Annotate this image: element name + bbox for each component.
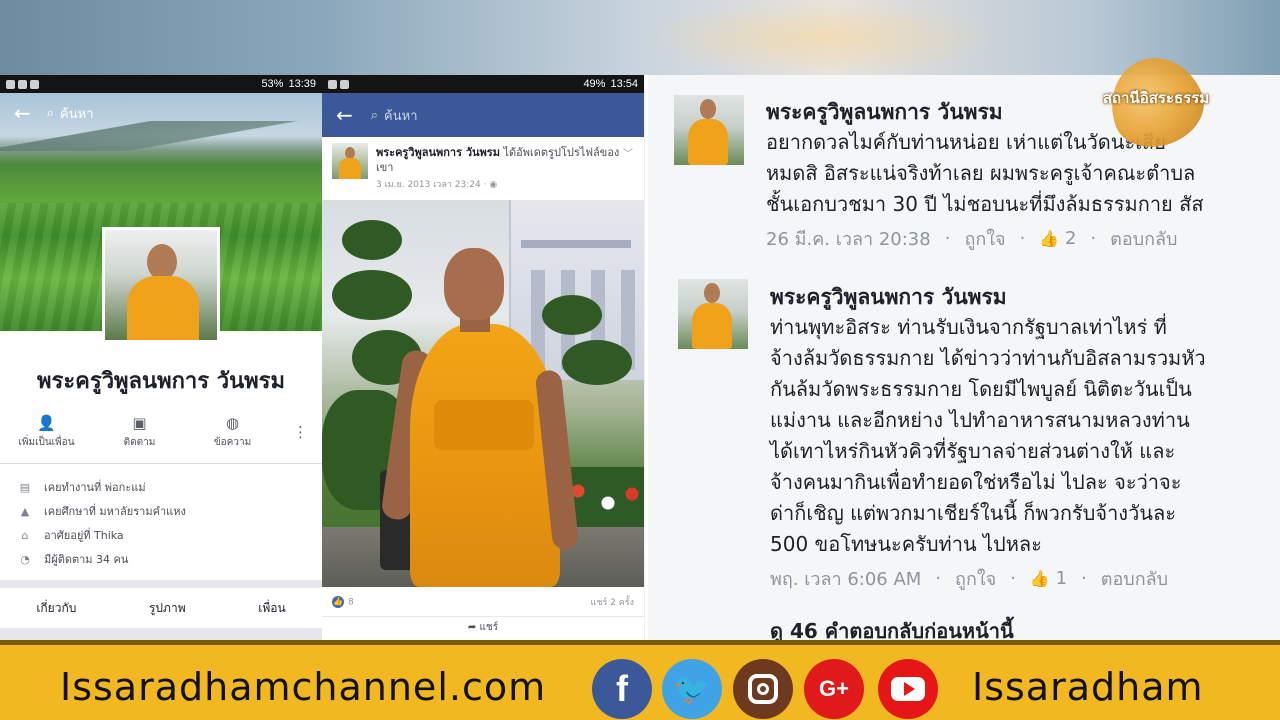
info-followers: ◔ มีผู้ติดตาม 34 คน xyxy=(18,547,308,571)
facebook-icon[interactable]: f xyxy=(592,659,652,719)
profile-actions: 👤 เพิ่มเป็นเพื่อน ▣ ติดตาม ◍ ข้อความ ⋮ xyxy=(0,407,322,457)
messenger-icon: ◍ xyxy=(225,413,240,432)
post-time-text: 3 เม.ย. 2013 เวลา 23:24 xyxy=(376,180,481,190)
follow-button[interactable]: ▣ ติดตาม xyxy=(105,415,175,450)
comment-meta: พฤ. เวลา 6:06 AM · ถูกใจ · 👍 1 · ตอบกลับ xyxy=(770,564,1275,593)
add-friend-label: เพิ่มเป็นเพื่อน xyxy=(18,436,75,448)
comments-screenshot: พระครูวิพูลนพการ วันพรม อยากดวลไมค์กับท่… xyxy=(648,75,1280,640)
tab-friends[interactable]: เพื่อน xyxy=(258,599,285,618)
post-avatar[interactable] xyxy=(332,143,368,179)
status-bar: 49% 13:54 xyxy=(322,75,644,93)
footer-bar: Issaradhamchannel.com f 🐦 G+ Issaradham xyxy=(0,640,1280,720)
post-stats: 👍 8 แชร์ 2 ครั้ง xyxy=(322,587,644,617)
add-friend-icon: 👤 xyxy=(37,413,56,432)
profile-info: ▤ เคยทำงานที่ พ่อกะแม่ ▲ เคยศึกษาที่ มหาลั… xyxy=(18,475,308,571)
search-icon: ⌕ xyxy=(370,107,379,123)
rss-icon: ◔ xyxy=(20,552,30,566)
info-followers-text: มีผู้ติดตาม 34 คน xyxy=(44,553,129,566)
comment-meta: 26 มี.ค. เวลา 20:38 · ถูกใจ · 👍 2 · ตอบกลับ xyxy=(766,224,1271,253)
profile-tabs: เกี่ยวกับ รูปภาพ เพื่อน xyxy=(0,588,322,628)
search-icon: ⌕ xyxy=(46,105,55,121)
follow-icon: ▣ xyxy=(132,413,147,432)
graduation-cap-icon: ▲ xyxy=(20,504,30,518)
share-label: แชร์ xyxy=(479,622,499,633)
likes-text: 8 xyxy=(348,597,354,607)
info-home: ⌂ อาศัยอยู่ที่ Thika xyxy=(18,523,308,547)
clock: 13:54 xyxy=(610,78,638,90)
tab-about[interactable]: เกี่ยวกับ xyxy=(36,599,76,618)
add-friend-button[interactable]: 👤 เพิ่มเป็นเพื่อน xyxy=(12,415,82,450)
logo-text: สถานีอิสระธรรม xyxy=(1102,89,1210,107)
like-count: 1 xyxy=(1055,568,1068,589)
like-count[interactable]: 👍 8 xyxy=(332,595,354,608)
comment-time: 26 มี.ค. เวลา 20:38 xyxy=(766,229,931,250)
profile-avatar[interactable] xyxy=(102,227,220,343)
twitter-icon[interactable]: 🐦 xyxy=(662,659,722,719)
like-button[interactable]: ถูกใจ xyxy=(955,564,996,593)
post-photo[interactable] xyxy=(322,200,644,587)
youtube-icon[interactable] xyxy=(878,659,938,719)
like-icon: 👍 xyxy=(332,595,344,608)
comment-author[interactable]: พระครูวิพูลนพการ วันพรม xyxy=(770,282,1275,312)
comment-avatar[interactable] xyxy=(678,279,748,349)
thumbs-up-icon: 👍 xyxy=(1039,229,1060,248)
channel-handle[interactable]: Issaradham xyxy=(972,665,1204,709)
follow-label: ติดตาม xyxy=(123,436,156,448)
divider xyxy=(0,463,322,464)
info-work-text: เคยทำงานที่ พ่อกะแม่ xyxy=(44,481,146,494)
more-vertical-icon: ⋮ xyxy=(293,423,308,441)
more-button[interactable]: ⋮ xyxy=(291,424,311,440)
message-label: ข้อความ xyxy=(213,436,252,448)
share-count[interactable]: แชร์ 2 ครั้ง xyxy=(591,595,634,609)
back-arrow-icon[interactable]: ← xyxy=(14,101,31,125)
google-plus-icon[interactable]: G+ xyxy=(804,659,864,719)
message-button[interactable]: ◍ ข้อความ xyxy=(198,415,268,450)
website-link[interactable]: Issaradhamchannel.com xyxy=(60,665,546,709)
back-arrow-icon[interactable]: ← xyxy=(336,103,353,127)
info-work: ▤ เคยทำงานที่ พ่อกะแม่ xyxy=(18,475,308,499)
briefcase-icon: ▤ xyxy=(19,480,31,494)
post-title: พระครูวิพูลนพการ วันพรม ได้อัพเดตรูปโปรไ… xyxy=(376,145,626,175)
view-previous-replies[interactable]: ดู 46 คำตอบกลับก่อนหน้านี้ xyxy=(770,615,1014,640)
profile-screenshot: 53% 13:39 ← ⌕ ค้นหา พระครูวิพูลนพการ วันพร… xyxy=(0,75,322,640)
like-count: 2 xyxy=(1064,228,1077,249)
comment-avatar[interactable] xyxy=(674,95,744,165)
instagram-icon[interactable] xyxy=(733,659,793,719)
comment-time: พฤ. เวลา 6:06 AM xyxy=(770,569,922,590)
chevron-down-icon[interactable]: ﹀ xyxy=(623,145,633,160)
tab-photos[interactable]: รูปภาพ xyxy=(149,599,186,618)
battery-level: 53% xyxy=(261,78,284,90)
thumbs-up-icon: 👍 xyxy=(1029,569,1050,588)
info-home-text: อาศัยอยู่ที่ Thika xyxy=(44,529,124,542)
share-button[interactable]: ➦ แชร์ xyxy=(322,620,644,640)
share-icon: ➦ xyxy=(467,622,477,633)
search-bar: ← ⌕ ค้นหา xyxy=(322,93,644,137)
status-bar: 53% 13:39 xyxy=(0,75,322,93)
channel-logo: สถานีอิสระธรรม xyxy=(1088,44,1224,160)
post-time: 3 เม.ย. 2013 เวลา 23:24 · ◉ xyxy=(376,180,498,190)
globe-icon: ◉ xyxy=(489,180,498,190)
clock: 13:39 xyxy=(288,78,316,90)
profile-name: พระครูวิพูลนพการ วันพรม xyxy=(37,369,285,394)
search-input[interactable]: ค้นหา xyxy=(60,103,93,124)
reply-button[interactable]: ตอบกลับ xyxy=(1101,564,1168,593)
post-author[interactable]: พระครูวิพูลนพการ วันพรม xyxy=(376,146,500,159)
post-screenshot: 49% 13:54 ← ⌕ ค้นหา พระครูวิพูลนพการ วันพร… xyxy=(322,75,644,640)
battery-level: 49% xyxy=(583,78,606,90)
search-input[interactable]: ค้นหา xyxy=(384,105,417,126)
post-header: พระครูวิพูลนพการ วันพรม ได้อัพเดตรูปโปรไ… xyxy=(332,141,637,199)
reply-button[interactable]: ตอบกลับ xyxy=(1110,224,1177,253)
info-education-text: เคยศึกษาที่ มหาลัยรามคำแหง xyxy=(44,505,186,518)
home-icon: ⌂ xyxy=(21,528,29,542)
comment-text: ท่านพุทะอิสระ ท่านรับเงินจากรัฐบาลเท่าไห… xyxy=(770,315,1206,556)
comment-2: พระครูวิพูลนพการ วันพรม ท่านพุทะอิสระ ท่… xyxy=(770,282,1275,593)
like-button[interactable]: ถูกใจ xyxy=(964,224,1005,253)
info-education: ▲ เคยศึกษาที่ มหาลัยรามคำแหง xyxy=(18,499,308,523)
search-bar: ← ⌕ ค้นหา xyxy=(0,93,322,133)
